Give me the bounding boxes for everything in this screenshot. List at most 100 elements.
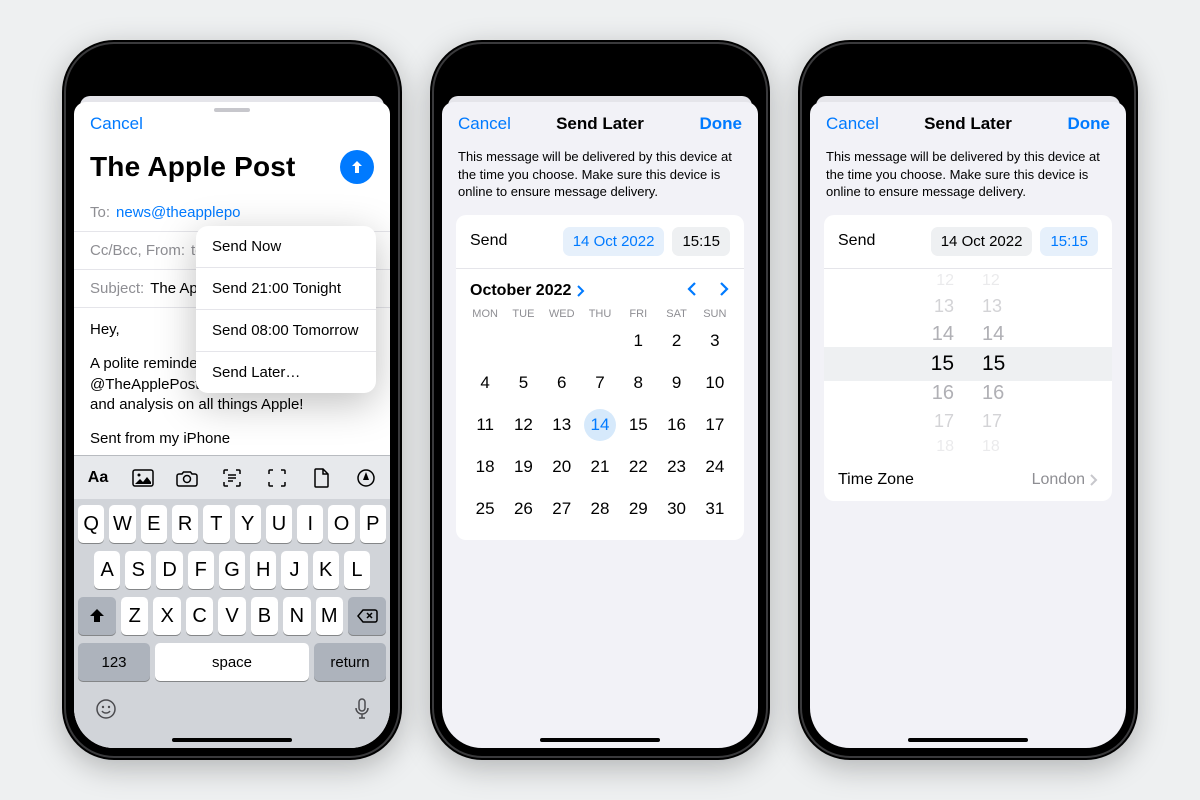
cancel-button[interactable]: Cancel bbox=[826, 114, 879, 134]
kb-format-button[interactable]: Aa bbox=[84, 464, 112, 492]
backspace-key[interactable] bbox=[348, 597, 386, 635]
key-p[interactable]: P bbox=[360, 505, 386, 543]
calendar-day[interactable]: 30 bbox=[657, 492, 695, 526]
wheel-value[interactable]: 15 bbox=[931, 352, 954, 376]
month-picker[interactable]: October 2022 bbox=[470, 282, 585, 300]
key-i[interactable]: I bbox=[297, 505, 323, 543]
space-key[interactable]: space bbox=[155, 643, 309, 681]
shift-key[interactable] bbox=[78, 597, 116, 635]
calendar-day[interactable]: 14 bbox=[581, 408, 619, 442]
key-u[interactable]: U bbox=[266, 505, 292, 543]
calendar-day[interactable]: 17 bbox=[696, 408, 734, 442]
key-x[interactable]: X bbox=[153, 597, 180, 635]
done-button[interactable]: Done bbox=[700, 114, 743, 134]
key-d[interactable]: D bbox=[156, 551, 182, 589]
key-e[interactable]: E bbox=[141, 505, 167, 543]
time-chip[interactable]: 15:15 bbox=[1040, 227, 1098, 256]
key-m[interactable]: M bbox=[316, 597, 343, 635]
calendar-day[interactable]: 1 bbox=[619, 324, 657, 358]
wheel-value[interactable]: 12 bbox=[982, 272, 1000, 290]
date-chip[interactable]: 14 Oct 2022 bbox=[563, 227, 665, 256]
calendar-day[interactable]: 8 bbox=[619, 366, 657, 400]
key-o[interactable]: O bbox=[328, 505, 354, 543]
wheel-value[interactable]: 17 bbox=[934, 411, 954, 432]
wheel-value[interactable]: 18 bbox=[982, 438, 1000, 456]
calendar-day[interactable]: 24 bbox=[696, 450, 734, 484]
wheel-value[interactable]: 18 bbox=[936, 438, 954, 456]
time-chip[interactable]: 15:15 bbox=[672, 227, 730, 256]
key-w[interactable]: W bbox=[109, 505, 135, 543]
calendar-day[interactable]: 10 bbox=[696, 366, 734, 400]
calendar-day[interactable]: 20 bbox=[543, 450, 581, 484]
calendar-day[interactable]: 31 bbox=[696, 492, 734, 526]
calendar-day[interactable]: 25 bbox=[466, 492, 504, 526]
menu-send-now[interactable]: Send Now bbox=[196, 226, 376, 268]
key-g[interactable]: G bbox=[219, 551, 245, 589]
key-v[interactable]: V bbox=[218, 597, 245, 635]
calendar-day[interactable]: 27 bbox=[543, 492, 581, 526]
prev-month-button[interactable] bbox=[686, 281, 698, 302]
calendar-day[interactable]: 16 bbox=[657, 408, 695, 442]
wheel-value[interactable]: 13 bbox=[982, 296, 1002, 317]
key-z[interactable]: Z bbox=[121, 597, 148, 635]
calendar-day[interactable]: 3 bbox=[696, 324, 734, 358]
key-n[interactable]: N bbox=[283, 597, 310, 635]
return-key[interactable]: return bbox=[314, 643, 386, 681]
calendar-day[interactable]: 7 bbox=[581, 366, 619, 400]
key-k[interactable]: K bbox=[313, 551, 339, 589]
menu-send-tomorrow[interactable]: Send 08:00 Tomorrow bbox=[196, 310, 376, 352]
done-button[interactable]: Done bbox=[1068, 114, 1111, 134]
kb-scan-button[interactable] bbox=[218, 464, 246, 492]
home-indicator[interactable] bbox=[908, 738, 1028, 742]
key-h[interactable]: H bbox=[250, 551, 276, 589]
calendar-day[interactable]: 12 bbox=[504, 408, 542, 442]
key-a[interactable]: A bbox=[94, 551, 120, 589]
calendar-day[interactable]: 11 bbox=[466, 408, 504, 442]
key-t[interactable]: T bbox=[203, 505, 229, 543]
menu-send-tonight[interactable]: Send 21:00 Tonight bbox=[196, 268, 376, 310]
timezone-row[interactable]: Time Zone London bbox=[824, 459, 1112, 501]
wheel-value[interactable]: 15 bbox=[982, 352, 1005, 376]
calendar-day[interactable]: 28 bbox=[581, 492, 619, 526]
wheel-value[interactable]: 17 bbox=[982, 411, 1002, 432]
minute-wheel[interactable]: 12 13 14 15 16 17 18 bbox=[968, 269, 1112, 459]
wheel-value[interactable]: 16 bbox=[982, 382, 1004, 405]
calendar-day[interactable]: 23 bbox=[657, 450, 695, 484]
calendar-day[interactable]: 15 bbox=[619, 408, 657, 442]
calendar-day[interactable]: 6 bbox=[543, 366, 581, 400]
calendar-day[interactable]: 5 bbox=[504, 366, 542, 400]
key-b[interactable]: B bbox=[251, 597, 278, 635]
key-y[interactable]: Y bbox=[235, 505, 261, 543]
key-c[interactable]: C bbox=[186, 597, 213, 635]
send-button[interactable] bbox=[340, 150, 374, 184]
kb-markup-button[interactable] bbox=[352, 464, 380, 492]
kb-photos-button[interactable] bbox=[129, 464, 157, 492]
time-picker-wheel[interactable]: 12 13 14 15 16 17 18 12 13 14 15 16 17 18 bbox=[824, 269, 1112, 459]
wheel-value[interactable]: 14 bbox=[932, 323, 954, 346]
key-j[interactable]: J bbox=[281, 551, 307, 589]
key-s[interactable]: S bbox=[125, 551, 151, 589]
cancel-button[interactable]: Cancel bbox=[90, 114, 143, 134]
date-chip[interactable]: 14 Oct 2022 bbox=[931, 227, 1033, 256]
key-q[interactable]: Q bbox=[78, 505, 104, 543]
emoji-button[interactable] bbox=[94, 697, 118, 726]
kb-livetext-button[interactable] bbox=[263, 464, 291, 492]
dictation-button[interactable] bbox=[354, 697, 370, 726]
wheel-value[interactable]: 16 bbox=[932, 382, 954, 405]
key-r[interactable]: R bbox=[172, 505, 198, 543]
calendar-day[interactable]: 29 bbox=[619, 492, 657, 526]
hour-wheel[interactable]: 12131415161718 bbox=[824, 269, 968, 459]
wheel-value[interactable]: 13 bbox=[934, 296, 954, 317]
calendar-day[interactable]: 13 bbox=[543, 408, 581, 442]
key-l[interactable]: L bbox=[344, 551, 370, 589]
next-month-button[interactable] bbox=[718, 281, 730, 302]
wheel-value[interactable]: 14 bbox=[982, 323, 1004, 346]
calendar-day[interactable]: 4 bbox=[466, 366, 504, 400]
kb-camera-button[interactable] bbox=[173, 464, 201, 492]
home-indicator[interactable] bbox=[540, 738, 660, 742]
calendar-day[interactable]: 18 bbox=[466, 450, 504, 484]
key-f[interactable]: F bbox=[188, 551, 214, 589]
calendar-day[interactable]: 22 bbox=[619, 450, 657, 484]
home-indicator[interactable] bbox=[172, 738, 292, 742]
kb-attach-button[interactable] bbox=[307, 464, 335, 492]
